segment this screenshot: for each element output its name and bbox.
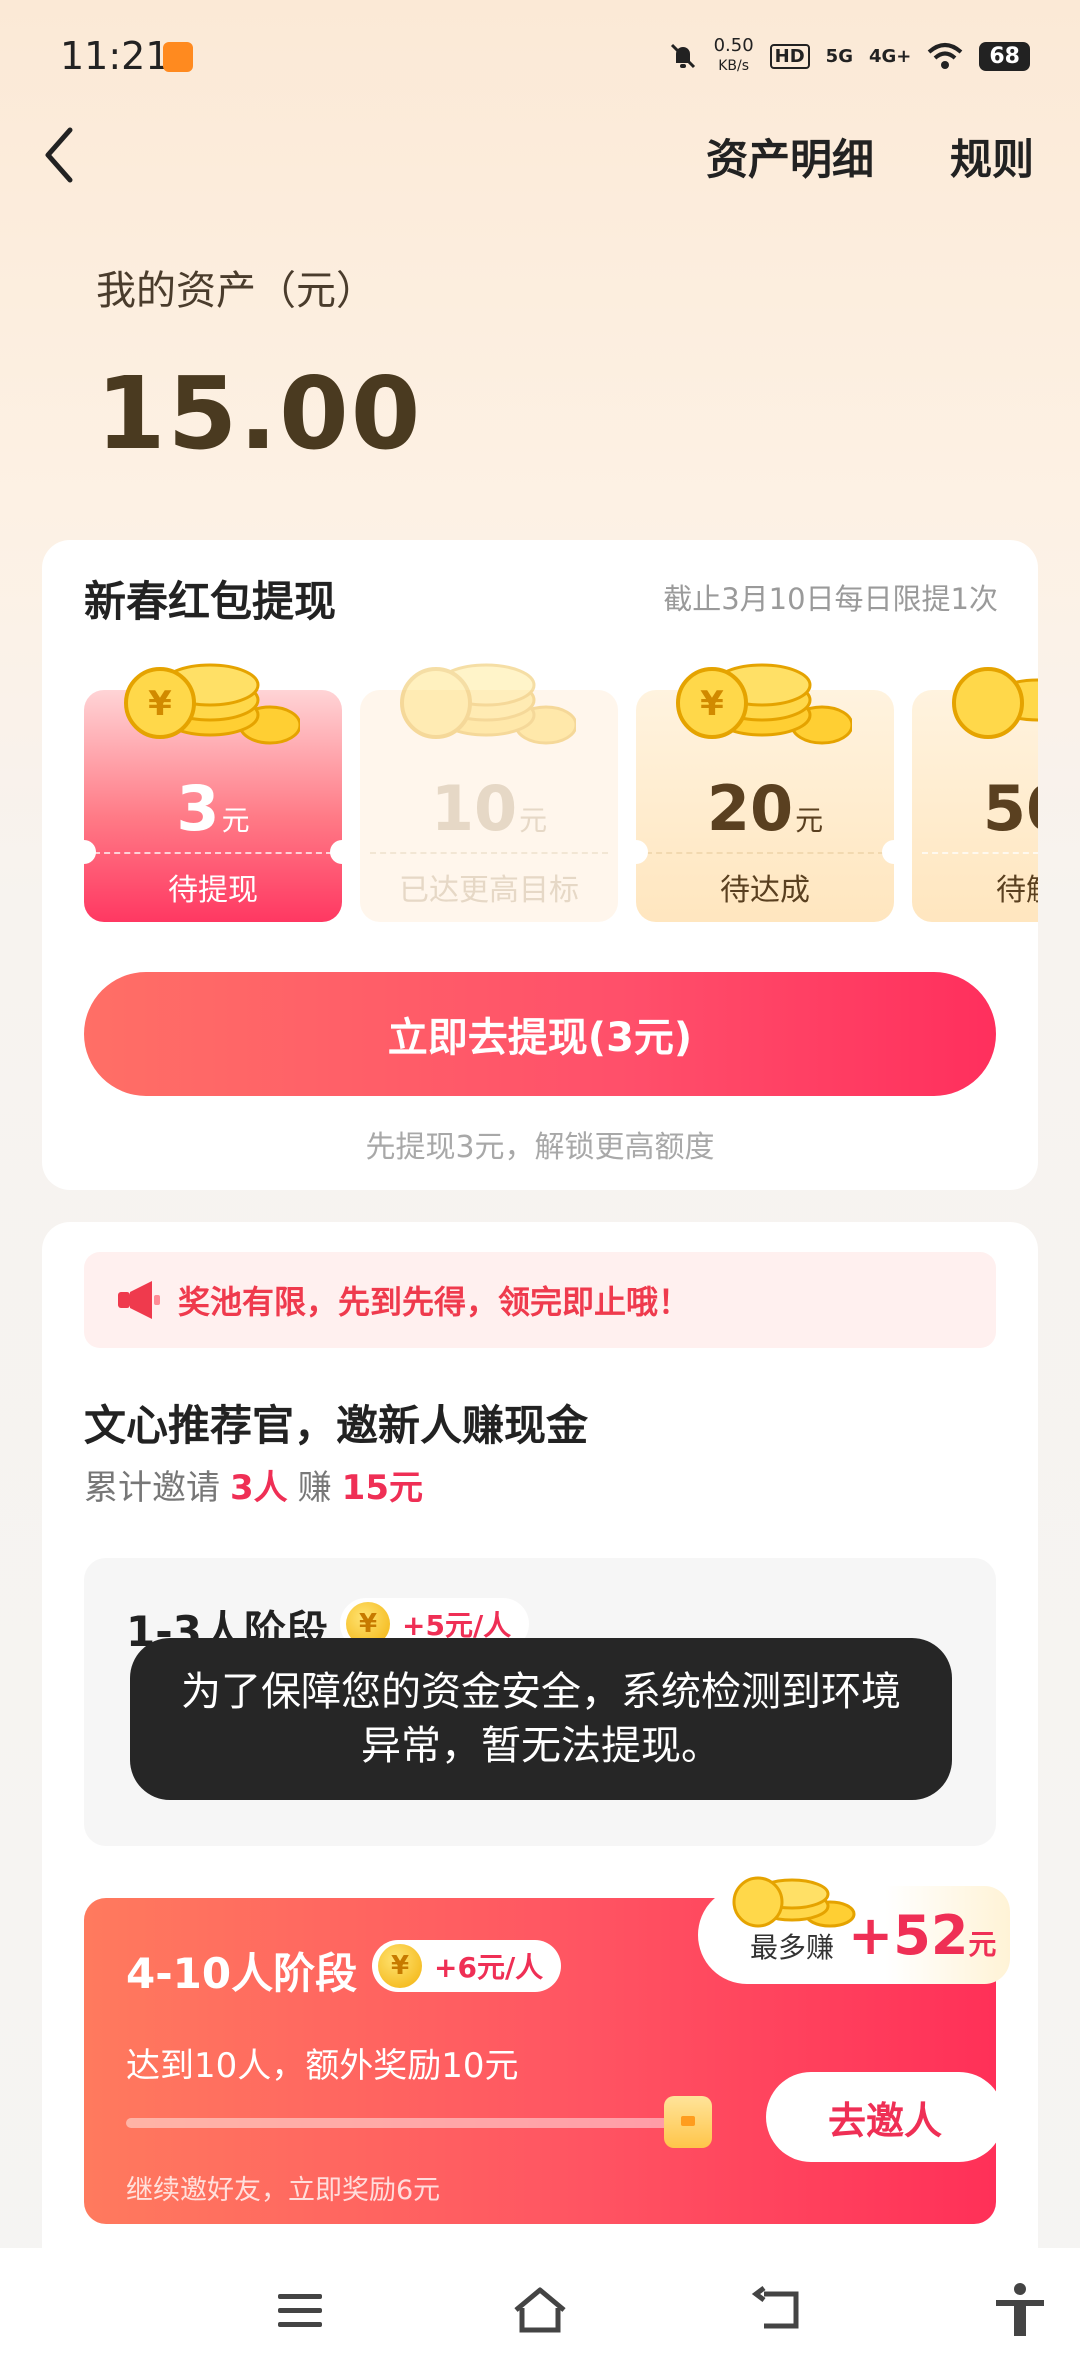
- notice-banner: 奖池有限，先到先得，领完即止哦！: [84, 1252, 996, 1348]
- yen-coin-icon: ¥: [378, 1944, 422, 1988]
- earned-amount: 15元: [341, 1468, 423, 1508]
- app-notification-icon: [163, 42, 193, 72]
- invite-stats: 累计邀请 3人赚 15元: [84, 1468, 423, 1508]
- withdraw-tier-4[interactable]: 50元 待解锁: [912, 667, 1038, 922]
- stage-2-bonus: 达到10人，额外奖励10元: [126, 2046, 519, 2086]
- svg-text:¥: ¥: [148, 684, 172, 724]
- svg-text:¥: ¥: [700, 684, 724, 724]
- coins-icon: [732, 1876, 856, 1928]
- rules-link[interactable]: 规则: [950, 126, 1034, 187]
- asset-value: 15.00: [96, 355, 423, 472]
- invite-title: 文心推荐官，邀新人赚现金: [84, 1401, 589, 1450]
- invited-count: 3人: [230, 1468, 288, 1508]
- withdraw-tier-list: ¥ 3元 待提现 10元 已达更高目标 ¥ 20元 待达成 5 待: [72, 645, 1038, 975]
- tier-status: 待解锁: [996, 873, 1038, 908]
- signal-5g-icon: 5G: [825, 45, 853, 67]
- withdraw-card: 新春红包提现 截止3月10日每日限提1次 ¥ 3元 待提现 10元 已达更高目标…: [42, 540, 1038, 1190]
- withdraw-now-button[interactable]: 立即去提现(3元): [84, 972, 996, 1096]
- status-bar: 11:21 0.50 KB/s HD 5G 4G+ 68: [0, 0, 1080, 110]
- stage-2-rate-pill: ¥ +6元/人: [372, 1940, 562, 1992]
- tier-status: 已达更高目标: [399, 873, 579, 908]
- stage-2-title: 4-10人阶段: [126, 1949, 358, 1998]
- stage-2-progress-bar: [126, 2118, 686, 2128]
- back-button[interactable]: [40, 122, 80, 188]
- asset-detail-link[interactable]: 资产明细: [706, 126, 874, 187]
- tier-amount: 50元: [982, 772, 1038, 845]
- notice-text: 奖池有限，先到先得，领完即止哦！: [178, 1283, 691, 1321]
- asset-label: 我的资产（元）: [96, 268, 376, 314]
- wifi-icon: [928, 43, 963, 69]
- security-toast: 为了保障您的资金安全，系统检测到环境异常，暂无法提现。: [130, 1638, 952, 1800]
- status-time: 11:21: [60, 34, 170, 78]
- accessibility-icon[interactable]: [990, 2280, 1050, 2340]
- mute-bell-icon: [670, 43, 695, 69]
- coins-icon: ¥: [124, 663, 300, 745]
- hd-icon: HD: [769, 43, 810, 69]
- withdraw-tier-2[interactable]: 10元 已达更高目标: [360, 663, 618, 922]
- coins-icon: [400, 663, 576, 745]
- withdraw-tier-1[interactable]: ¥ 3元 待提现: [72, 663, 354, 922]
- tier-status: 待达成: [720, 873, 810, 908]
- gift-box-icon: [664, 2096, 712, 2148]
- coins-icon: [952, 667, 1038, 739]
- withdraw-tier-3[interactable]: ¥ 20元 待达成: [624, 663, 906, 922]
- withdraw-limit-note: 截止3月10日每日限提1次: [663, 582, 998, 616]
- stage-2-hint: 继续邀好友，立即奖励6元: [126, 2175, 441, 2206]
- home-icon[interactable]: [510, 2280, 570, 2340]
- tier-status: 待提现: [168, 873, 258, 908]
- withdraw-hint: 先提现3元，解锁更高额度: [365, 1130, 715, 1165]
- invite-button[interactable]: 去邀人: [766, 2072, 1004, 2162]
- signal-4g-icon: 4G+: [868, 45, 912, 67]
- tier-amount: 3元: [176, 772, 250, 845]
- withdraw-card-title: 新春红包提现: [84, 577, 337, 626]
- speaker-icon: [118, 1281, 160, 1319]
- coins-icon: ¥: [676, 663, 852, 745]
- back-nav-icon[interactable]: [750, 2280, 810, 2340]
- menu-icon[interactable]: [270, 2280, 330, 2340]
- tier-amount: 10元: [430, 772, 548, 845]
- tier-amount: 20元: [706, 772, 824, 845]
- net-speed: 0.50 KB/s: [713, 35, 754, 75]
- system-nav-bar: [0, 2248, 1080, 2376]
- battery-icon: 68: [979, 41, 1030, 71]
- status-icons: 0.50 KB/s HD 5G 4G+ 68: [668, 36, 1030, 76]
